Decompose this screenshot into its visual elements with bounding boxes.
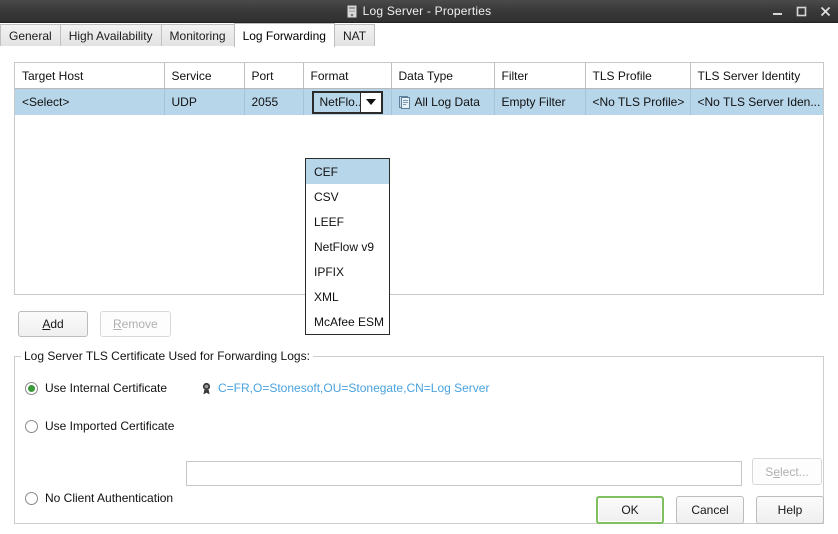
certificate-dn-link[interactable]: C=FR,O=Stonesoft,OU=Stonegate,CN=Log Ser…	[218, 381, 489, 395]
chevron-down-icon[interactable]	[359, 92, 381, 112]
tab-log-forwarding[interactable]: Log Forwarding	[233, 23, 335, 47]
remove-button-mnemonic: R	[113, 317, 122, 331]
tab-monitoring[interactable]: Monitoring	[160, 24, 235, 47]
log-data-icon	[398, 95, 410, 109]
radio-icon-selected[interactable]	[25, 381, 38, 395]
table-row[interactable]: <Select> UDP 2055 NetFlo...	[15, 88, 823, 115]
close-icon[interactable]	[819, 4, 831, 18]
radio-label: No Client Authentication	[45, 491, 174, 505]
window-title: Log Server - Properties	[362, 4, 492, 18]
column-header-filter[interactable]: Filter	[494, 63, 586, 89]
add-button[interactable]: Add	[18, 311, 88, 337]
help-button[interactable]: Help	[756, 496, 824, 524]
select-button-label-pre: S	[765, 464, 774, 479]
cell-data-type[interactable]: All Log Data	[391, 88, 495, 115]
add-button-mnemonic: A	[42, 317, 51, 331]
select-button-mnemonic: e	[773, 464, 780, 479]
radio-label: Use Imported Certificate	[45, 419, 175, 433]
column-header-data-type[interactable]: Data Type	[391, 63, 495, 89]
maximize-icon[interactable]	[795, 4, 807, 18]
internal-certificate-value[interactable]: C=FR,O=Stonesoft,OU=Stonegate,CN=Log Ser…	[201, 381, 489, 395]
ok-button[interactable]: OK	[596, 496, 664, 524]
radio-no-client-authentication[interactable]: No Client Authentication	[25, 491, 173, 505]
cell-filter[interactable]: Empty Filter	[494, 88, 586, 115]
column-header-port[interactable]: Port	[244, 63, 304, 89]
column-header-service[interactable]: Service	[164, 63, 245, 89]
remove-button-label: emove	[121, 317, 158, 331]
select-certificate-button: Se lect...	[752, 458, 822, 485]
column-header-format[interactable]: Format	[303, 63, 392, 89]
minimize-icon[interactable]	[771, 4, 783, 18]
certificate-icon	[201, 382, 212, 395]
column-header-tls-profile[interactable]: TLS Profile	[585, 63, 691, 89]
window-controls	[771, 0, 831, 22]
cancel-button[interactable]: Cancel	[676, 496, 744, 524]
column-header-target-host[interactable]: Target Host	[15, 63, 165, 89]
tab-label: NAT	[342, 29, 367, 43]
radio-use-imported-certificate[interactable]: Use Imported Certificate	[25, 419, 174, 433]
radio-use-internal-certificate[interactable]: Use Internal Certificate	[25, 381, 167, 395]
tab-label: High Availability	[68, 29, 153, 43]
remove-button: Remove	[100, 311, 171, 337]
dropdown-option-leef[interactable]: LEEF	[306, 209, 389, 234]
dialog-buttons: OK Cancel Help	[596, 496, 824, 524]
dropdown-option-netflow-v9[interactable]: NetFlow v9	[306, 234, 389, 259]
window-title-group: Log Server - Properties	[0, 4, 838, 18]
server-icon	[346, 4, 357, 18]
tab-high-availability[interactable]: High Availability	[59, 24, 162, 47]
radio-label: Use Internal Certificate	[45, 381, 168, 395]
tab-strip: General High Availability Monitoring Log…	[0, 23, 838, 47]
cell-data-type-label: All Log Data	[414, 95, 480, 109]
groupbox-title: Log Server TLS Certificate Used for Forw…	[21, 349, 313, 363]
dropdown-option-xml[interactable]: XML	[306, 284, 389, 309]
format-dropdown-list[interactable]: CEF CSV LEEF NetFlow v9 IPFIX XML McAfee…	[305, 158, 390, 335]
dropdown-option-cef[interactable]: CEF	[306, 159, 389, 184]
table-action-buttons: Add Remove	[18, 311, 171, 337]
dropdown-option-mcafee-esm[interactable]: McAfee ESM	[306, 309, 389, 334]
window-titlebar: Log Server - Properties	[0, 0, 838, 23]
cell-format[interactable]: NetFlo...	[303, 88, 392, 115]
dropdown-option-csv[interactable]: CSV	[306, 184, 389, 209]
table-header-row: Target Host Service Port Format Data Typ…	[15, 63, 823, 89]
radio-icon-unselected[interactable]	[25, 491, 38, 505]
format-combobox-value: NetFlo...	[319, 95, 360, 109]
add-button-label: dd	[50, 317, 64, 331]
log-forwarding-table: Target Host Service Port Format Data Typ…	[14, 62, 824, 295]
column-header-tls-server-identity[interactable]: TLS Server Identity	[690, 63, 823, 89]
imported-certificate-input[interactable]	[186, 461, 742, 486]
tab-label: Log Forwarding	[242, 28, 326, 43]
cell-target-host[interactable]: <Select>	[15, 88, 165, 115]
cell-service[interactable]: UDP	[164, 88, 245, 115]
tab-label: General	[9, 29, 52, 43]
format-combobox[interactable]: NetFlo...	[311, 90, 383, 114]
tab-nat[interactable]: NAT	[333, 24, 376, 47]
tab-label: Monitoring	[169, 29, 226, 43]
cell-port[interactable]: 2055	[244, 88, 304, 115]
log-forwarding-panel: Target Host Service Port Format Data Typ…	[0, 46, 838, 534]
radio-icon-unselected[interactable]	[25, 419, 38, 433]
cell-tls-profile[interactable]: <No TLS Profile>	[585, 88, 691, 115]
cell-tls-server-identity[interactable]: <No TLS Server Iden...	[690, 88, 823, 115]
dropdown-option-ipfix[interactable]: IPFIX	[306, 259, 389, 284]
tab-general[interactable]: General	[0, 24, 61, 47]
select-button-label-post: lect...	[780, 464, 809, 479]
